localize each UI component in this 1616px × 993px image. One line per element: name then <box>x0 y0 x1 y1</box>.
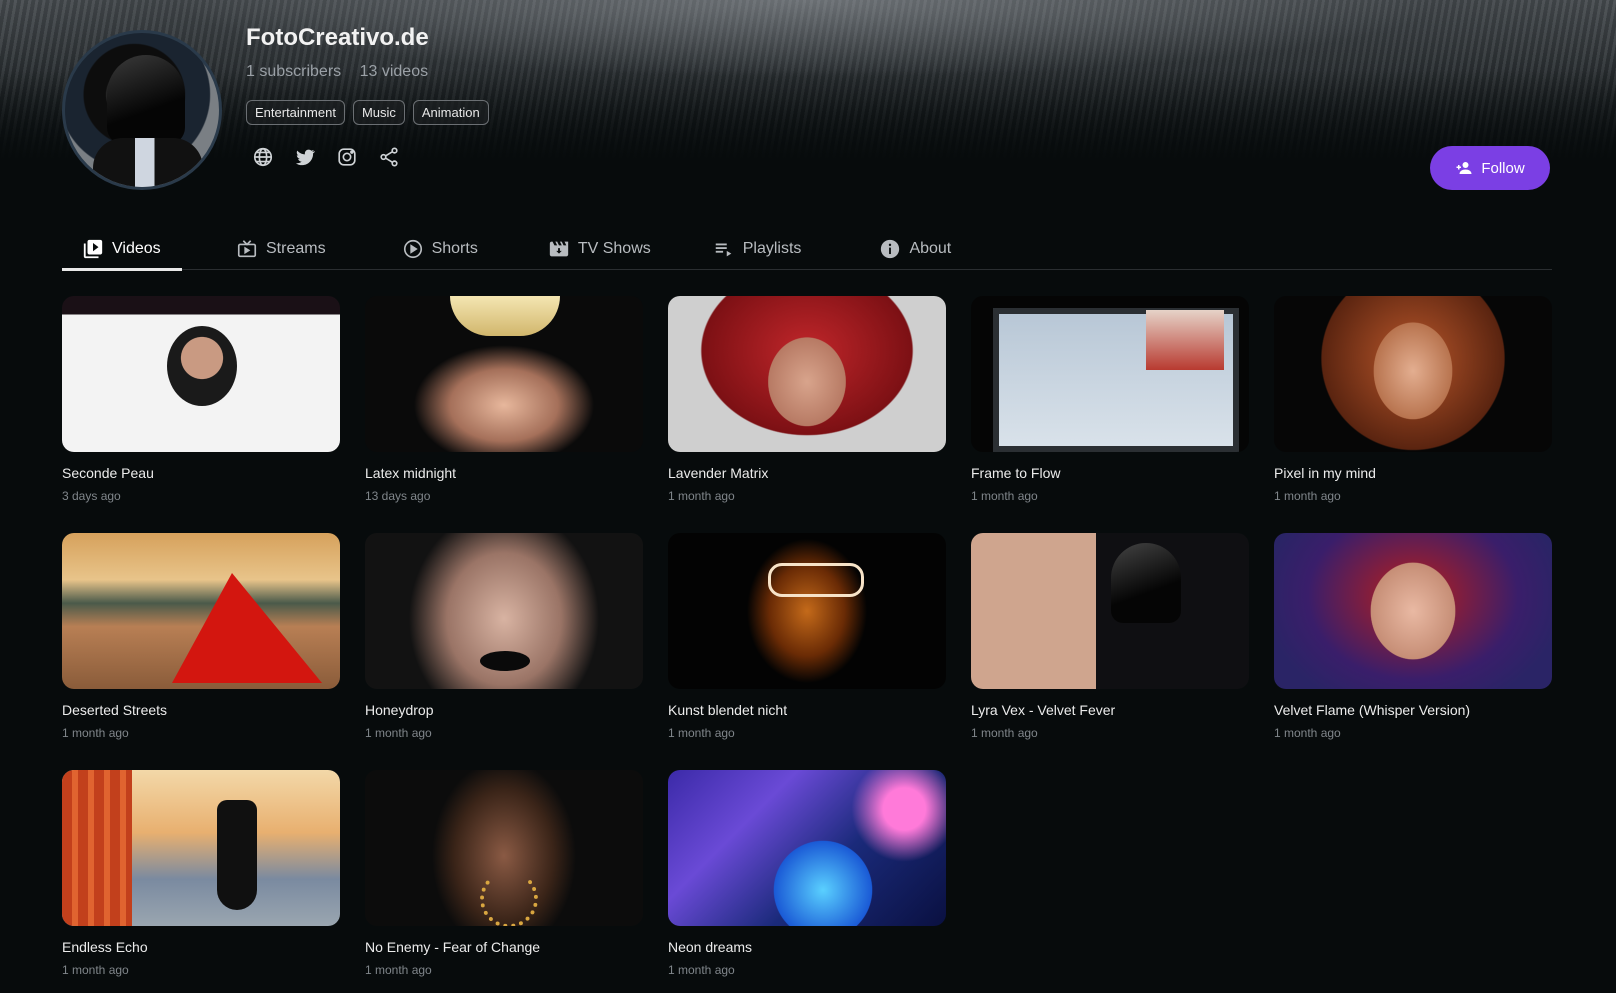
tab-tv-shows[interactable]: TV Shows <box>528 228 671 270</box>
video-library-icon <box>83 239 103 259</box>
channel-avatar[interactable] <box>62 30 222 190</box>
tab-playlists[interactable]: Playlists <box>693 228 822 270</box>
video-thumbnail[interactable] <box>62 770 340 926</box>
video-thumbnail[interactable] <box>668 770 946 926</box>
instagram-icon[interactable] <box>336 146 358 168</box>
follow-button[interactable]: Follow <box>1430 146 1550 190</box>
video-date: 1 month ago <box>365 726 432 740</box>
video-grid: Seconde Peau 3 days ago Latex midnight 1… <box>62 296 1552 977</box>
share-icon[interactable] <box>378 146 400 168</box>
video-card[interactable]: Latex midnight 13 days ago <box>365 296 643 503</box>
video-date: 1 month ago <box>971 489 1038 503</box>
video-date: 13 days ago <box>365 489 431 503</box>
video-card[interactable]: Neon dreams 1 month ago <box>668 770 946 977</box>
video-card[interactable]: Deserted Streets 1 month ago <box>62 533 340 740</box>
video-date: 1 month ago <box>668 726 735 740</box>
tag-music[interactable]: Music <box>352 100 405 125</box>
tag-entertainment[interactable]: Entertainment <box>246 100 345 125</box>
video-thumbnail[interactable] <box>1274 296 1552 452</box>
tab-label: Shorts <box>431 240 478 257</box>
avatar-suit <box>93 138 203 187</box>
tab-label: Playlists <box>742 240 802 257</box>
video-title[interactable]: Kunst blendet nicht <box>668 702 946 718</box>
video-thumbnail[interactable] <box>62 296 340 452</box>
video-date: 1 month ago <box>668 963 735 977</box>
video-card[interactable]: Lavender Matrix 1 month ago <box>668 296 946 503</box>
globe-icon[interactable] <box>252 146 274 168</box>
tab-label: Streams <box>266 240 326 257</box>
video-card[interactable]: Pixel in my mind 1 month ago <box>1274 296 1552 503</box>
video-thumbnail[interactable] <box>365 770 643 926</box>
video-thumbnail[interactable] <box>668 296 946 452</box>
playlist-icon <box>715 243 732 257</box>
video-count: 13 videos <box>359 63 429 80</box>
play-circle-icon <box>403 239 422 259</box>
video-title[interactable]: Frame to Flow <box>971 465 1249 481</box>
video-date: 1 month ago <box>62 726 129 740</box>
tab-label: TV Shows <box>577 240 651 257</box>
video-title[interactable]: Seconde Peau <box>62 465 340 481</box>
video-title[interactable]: Neon dreams <box>668 939 946 955</box>
video-thumbnail[interactable] <box>365 533 643 689</box>
channel-name: FotoCreativo.de <box>246 24 429 51</box>
video-date: 1 month ago <box>1274 726 1341 740</box>
info-icon <box>881 239 900 259</box>
video-card[interactable]: Endless Echo 1 month ago <box>62 770 340 977</box>
video-date: 1 month ago <box>1274 489 1341 503</box>
video-date: 1 month ago <box>365 963 432 977</box>
video-title[interactable]: Velvet Flame (Whisper Version) <box>1274 702 1552 718</box>
tab-label: About <box>909 240 952 257</box>
channel-tabs: Videos Streams Shorts TV Shows Playlists… <box>62 228 1552 271</box>
video-title[interactable]: Lyra Vex - Velvet Fever <box>971 702 1249 718</box>
video-title[interactable]: No Enemy - Fear of Change <box>365 939 643 955</box>
video-thumbnail[interactable] <box>971 296 1249 452</box>
tab-label: Videos <box>112 240 161 257</box>
video-card[interactable]: Lyra Vex - Velvet Fever 1 month ago <box>971 533 1249 740</box>
video-title[interactable]: Deserted Streets <box>62 702 340 718</box>
avatar-helmet <box>107 55 185 145</box>
video-card[interactable]: Seconde Peau 3 days ago <box>62 296 340 503</box>
tab-shorts[interactable]: Shorts <box>382 228 498 270</box>
video-date: 1 month ago <box>668 489 735 503</box>
video-card[interactable]: Honeydrop 1 month ago <box>365 533 643 740</box>
channel-stats: 1 subscribers 13 videos <box>246 63 442 81</box>
video-card[interactable]: Frame to Flow 1 month ago <box>971 296 1249 503</box>
follow-label: Follow <box>1481 159 1525 177</box>
video-thumbnail[interactable] <box>365 296 643 452</box>
live-tv-icon <box>237 240 257 258</box>
channel-banner <box>0 0 1616 160</box>
video-date: 1 month ago <box>62 963 129 977</box>
tab-videos[interactable]: Videos <box>62 228 182 271</box>
video-title[interactable]: Lavender Matrix <box>668 465 946 481</box>
tab-streams[interactable]: Streams <box>216 228 346 270</box>
twitter-icon[interactable] <box>294 146 316 168</box>
channel-tags: Entertainment Music Animation <box>246 100 489 125</box>
video-title[interactable]: Latex midnight <box>365 465 643 481</box>
video-card[interactable]: No Enemy - Fear of Change 1 month ago <box>365 770 643 977</box>
video-card[interactable]: Kunst blendet nicht 1 month ago <box>668 533 946 740</box>
social-links <box>252 146 400 168</box>
video-date: 3 days ago <box>62 489 121 503</box>
movie-icon <box>549 241 568 257</box>
tag-animation[interactable]: Animation <box>412 100 489 125</box>
tab-about[interactable]: About <box>859 228 971 270</box>
video-thumbnail[interactable] <box>1274 533 1552 689</box>
video-card[interactable]: Velvet Flame (Whisper Version) 1 month a… <box>1274 533 1552 740</box>
person-add-icon <box>1456 162 1472 174</box>
video-title[interactable]: Endless Echo <box>62 939 340 955</box>
video-thumbnail[interactable] <box>62 533 340 689</box>
subscriber-count: 1 subscribers <box>246 63 342 80</box>
video-date: 1 month ago <box>971 726 1038 740</box>
video-thumbnail[interactable] <box>668 533 946 689</box>
video-thumbnail[interactable] <box>971 533 1249 689</box>
video-title[interactable]: Pixel in my mind <box>1274 465 1552 481</box>
video-title[interactable]: Honeydrop <box>365 702 643 718</box>
